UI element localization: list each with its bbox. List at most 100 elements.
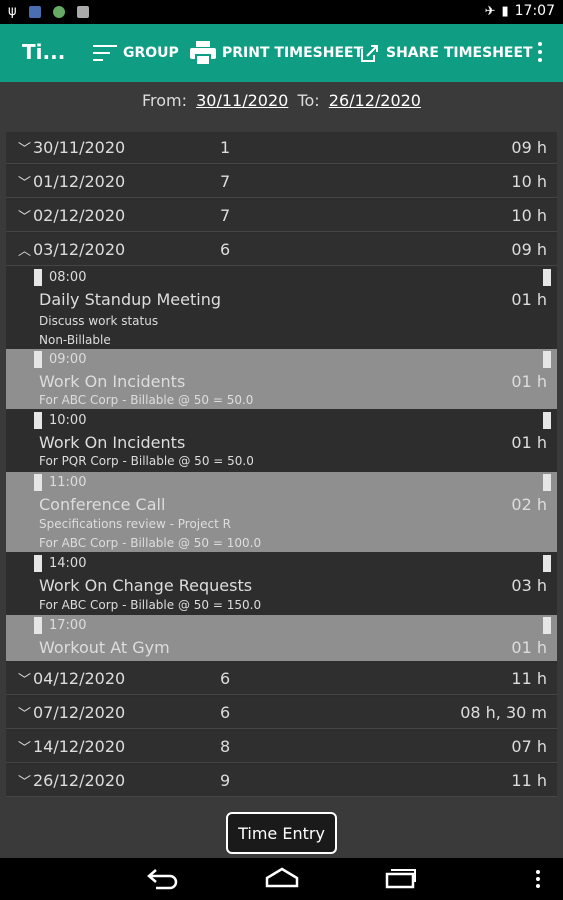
entry-billing: For ABC Corp - Billable @ 50 = 100.0 xyxy=(39,536,262,550)
entry-time: 09:00 xyxy=(49,352,87,367)
back-icon[interactable] xyxy=(146,866,180,890)
status-bar: ψ ✈ ▮ 17:07 xyxy=(0,0,563,24)
chevron-down-icon: ﹀ xyxy=(18,741,32,756)
day-hours: 11 h xyxy=(511,771,547,790)
recent-apps-icon[interactable] xyxy=(384,866,418,890)
share-label: SHARE TIMESHEET xyxy=(386,45,533,61)
time-entry-item[interactable]: 14:00 Work On Change Requests 03 h For A… xyxy=(6,553,557,613)
chevron-down-icon: ﹀ xyxy=(18,775,32,790)
home-icon[interactable] xyxy=(264,866,300,890)
chevron-down-icon: ﹀ xyxy=(18,707,32,722)
sort-icon xyxy=(93,45,117,61)
time-entry-item[interactable]: 10:00 Work On Incidents 01 h For PQR Cor… xyxy=(6,410,557,470)
entry-title: Work On Change Requests xyxy=(39,576,253,595)
notification-icon xyxy=(28,5,41,18)
to-label: To: xyxy=(297,91,320,110)
share-timesheet-button[interactable]: SHARE TIMESHEET xyxy=(360,38,533,68)
end-marker xyxy=(543,555,551,572)
entry-duration: 01 h xyxy=(511,433,547,452)
entry-time: 14:00 xyxy=(49,556,87,571)
notification-icons: ψ xyxy=(8,4,89,19)
day-date: 03/12/2020 xyxy=(33,240,126,259)
entry-title: Conference Call xyxy=(39,495,166,514)
entry-time: 08:00 xyxy=(49,270,87,285)
day-row[interactable]: ﹀ 02/12/2020 7 10 h xyxy=(6,200,557,232)
entry-time: 17:00 xyxy=(49,618,87,633)
chevron-up-icon: ︿ xyxy=(18,244,32,259)
print-label: PRINT TIMESHEET xyxy=(222,45,364,61)
day-row[interactable]: ﹀ 14/12/2020 8 07 h xyxy=(6,731,557,763)
chevron-down-icon: ﹀ xyxy=(18,673,32,688)
action-bar: Ti... GROUP PRINT TIMESHEET SHARE TIMESH… xyxy=(0,24,563,82)
time-entry-item[interactable]: 17:00 Workout At Gym 01 h xyxy=(6,615,557,661)
end-marker xyxy=(543,412,551,429)
day-date: 14/12/2020 xyxy=(33,737,126,756)
from-date[interactable]: 30/11/2020 xyxy=(196,91,288,110)
system-icons: ✈ ▮ 17:07 xyxy=(485,3,555,19)
start-marker xyxy=(34,412,42,429)
entry-billing: For PQR Corp - Billable @ 50 = 50.0 xyxy=(39,454,254,468)
day-date: 02/12/2020 xyxy=(33,206,126,225)
time-entry-item[interactable]: 09:00 Work On Incidents 01 h For ABC Cor… xyxy=(6,349,557,409)
chevron-down-icon: ﹀ xyxy=(18,142,32,157)
day-row[interactable]: ﹀ 30/11/2020 1 09 h xyxy=(6,132,557,164)
time-entry-item[interactable]: 11:00 Conference Call 02 h Specification… xyxy=(6,472,557,552)
start-marker xyxy=(34,351,42,368)
timesheet-list[interactable]: ﹀ 30/11/2020 1 09 h ﹀ 01/12/2020 7 10 h … xyxy=(6,132,557,797)
menu-icon[interactable] xyxy=(535,870,541,890)
start-marker xyxy=(34,555,42,572)
entry-billing: For ABC Corp - Billable @ 50 = 150.0 xyxy=(39,598,262,612)
start-marker xyxy=(34,269,42,286)
day-date: 30/11/2020 xyxy=(33,138,126,157)
entry-title: Workout At Gym xyxy=(39,638,170,657)
day-row[interactable]: ﹀ 01/12/2020 7 10 h xyxy=(6,166,557,198)
day-row[interactable]: ﹀ 04/12/2020 6 11 h xyxy=(6,663,557,695)
day-hours: 09 h xyxy=(511,138,547,157)
day-row-expanded[interactable]: ︿ 03/12/2020 6 09 h xyxy=(6,234,557,266)
day-date: 26/12/2020 xyxy=(33,771,126,790)
day-date: 07/12/2020 xyxy=(33,703,126,722)
day-date: 04/12/2020 xyxy=(33,669,126,688)
day-count: 7 xyxy=(220,172,231,191)
end-marker xyxy=(543,474,551,491)
to-date[interactable]: 26/12/2020 xyxy=(329,91,421,110)
sd-card-icon xyxy=(76,5,89,18)
end-marker xyxy=(543,617,551,634)
overflow-menu-icon[interactable] xyxy=(537,42,543,64)
navigation-bar xyxy=(0,858,563,900)
group-label: GROUP xyxy=(123,45,179,61)
end-marker xyxy=(543,269,551,286)
start-marker xyxy=(34,617,42,634)
day-count: 6 xyxy=(220,703,231,722)
entry-note: Discuss work status xyxy=(39,314,159,328)
start-marker xyxy=(34,474,42,491)
entry-duration: 01 h xyxy=(511,372,547,391)
group-button[interactable]: GROUP xyxy=(93,38,179,68)
app-icon xyxy=(52,5,65,18)
entry-duration: 02 h xyxy=(511,495,547,514)
day-count: 6 xyxy=(220,240,231,259)
time-entry-item[interactable]: 08:00 Daily Standup Meeting 01 h Discuss… xyxy=(6,267,557,347)
chevron-down-icon: ﹀ xyxy=(18,176,32,191)
entry-billing: For ABC Corp - Billable @ 50 = 50.0 xyxy=(39,393,254,407)
battery-icon: ▮ xyxy=(501,3,509,19)
print-timesheet-button[interactable]: PRINT TIMESHEET xyxy=(190,38,363,68)
day-count: 7 xyxy=(220,206,231,225)
day-hours: 10 h xyxy=(511,172,547,191)
day-count: 6 xyxy=(220,669,231,688)
day-hours: 08 h, 30 m xyxy=(460,703,547,722)
entry-note: Specifications review - Project R xyxy=(39,517,231,531)
day-hours: 10 h xyxy=(511,206,547,225)
share-icon xyxy=(361,45,378,62)
entry-billing: Non-Billable xyxy=(39,333,111,347)
entry-title: Work On Incidents xyxy=(39,433,186,452)
entry-time: 10:00 xyxy=(49,413,87,428)
day-row[interactable]: ﹀ 07/12/2020 6 08 h, 30 m xyxy=(6,697,557,729)
day-count: 9 xyxy=(220,771,231,790)
end-marker xyxy=(543,351,551,368)
day-date: 01/12/2020 xyxy=(33,172,126,191)
time-entry-button[interactable]: Time Entry xyxy=(226,812,337,854)
clock: 17:07 xyxy=(514,3,555,19)
day-row[interactable]: ﹀ 26/12/2020 9 11 h xyxy=(6,765,557,797)
day-count: 8 xyxy=(220,737,231,756)
